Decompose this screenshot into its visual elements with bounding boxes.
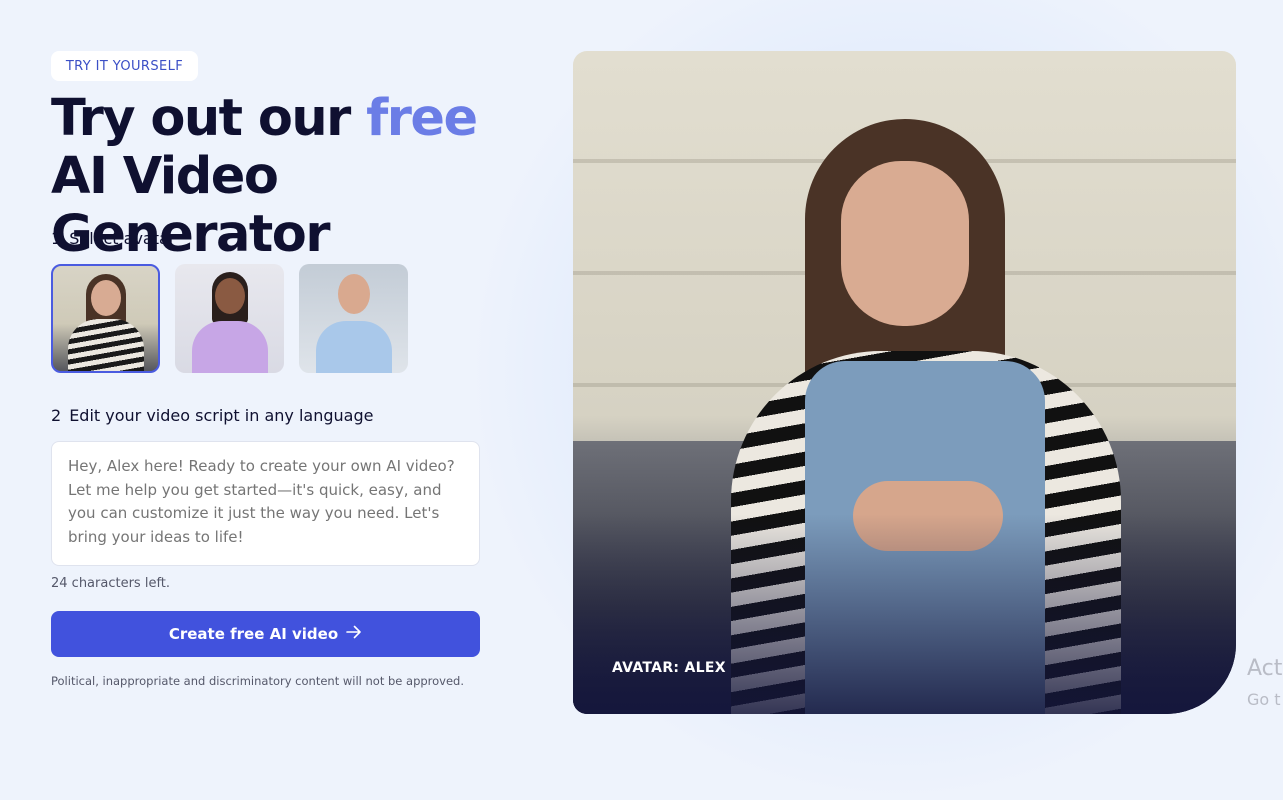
title-part-1: Try out our	[51, 89, 367, 148]
arrow-right-icon	[346, 625, 362, 643]
avatar-face	[90, 280, 121, 316]
activation-watermark-subtitle: Go t	[1247, 690, 1281, 709]
eyebrow-badge: TRY IT YOURSELF	[51, 51, 198, 81]
activation-watermark-title: Act	[1247, 656, 1283, 681]
caption-gradient	[573, 514, 1236, 714]
char-count: 24 characters left.	[51, 576, 171, 591]
avatar-face	[214, 278, 245, 314]
create-video-button[interactable]: Create free AI video	[51, 611, 480, 657]
avatar-body	[191, 321, 268, 373]
avatar-face	[841, 161, 969, 326]
step-select-avatar: 1 Select avatar	[51, 229, 175, 248]
avatar-body	[315, 321, 392, 373]
avatar-option-2[interactable]	[175, 264, 284, 373]
disclaimer: Political, inappropriate and discriminat…	[51, 674, 465, 688]
step-number: 1	[51, 229, 62, 248]
create-video-label: Create free AI video	[168, 625, 339, 643]
step-number: 2	[51, 406, 62, 425]
avatar-face	[337, 274, 370, 314]
avatar-caption: AVATAR: ALEX	[612, 660, 726, 676]
step-label: Select avatar	[69, 229, 176, 248]
avatar-picker	[51, 264, 408, 373]
step-edit-script: 2 Edit your video script in any language	[51, 406, 373, 425]
avatar-option-alex[interactable]	[51, 264, 160, 373]
title-accent: free	[366, 89, 478, 148]
script-input[interactable]	[51, 441, 480, 566]
step-label: Edit your video script in any language	[69, 406, 374, 425]
avatar-option-3[interactable]	[299, 264, 408, 373]
avatar-body	[67, 319, 144, 371]
avatar-preview-video[interactable]: AVATAR: ALEX	[573, 51, 1236, 714]
